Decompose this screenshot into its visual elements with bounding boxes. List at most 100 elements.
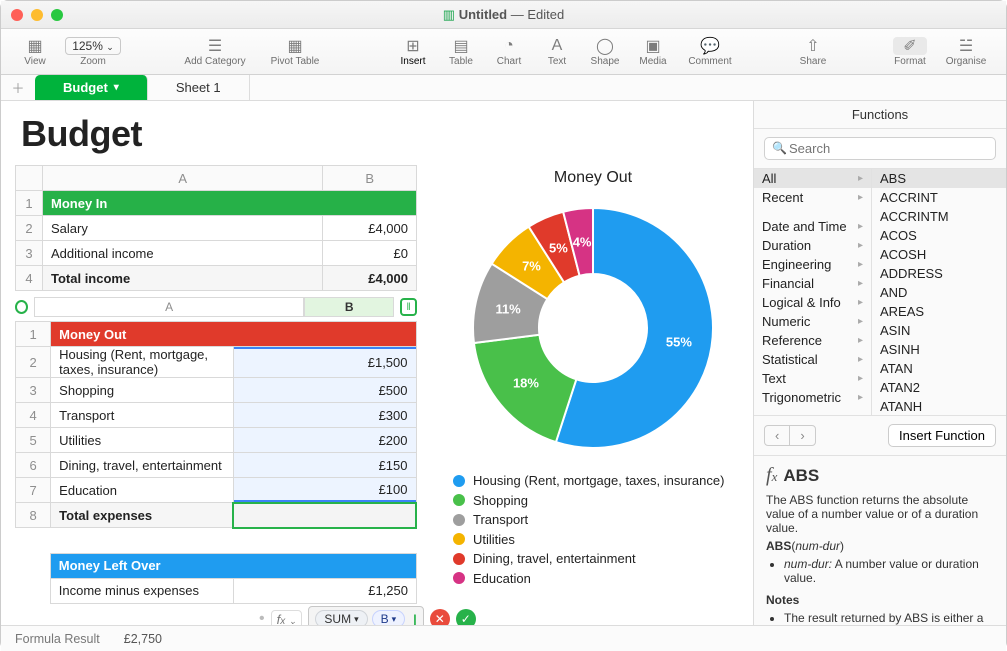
table-money-in[interactable]: A B 1Money In 2Salary£4,000 3Additional … — [15, 165, 417, 291]
table-money-out[interactable]: 1Money Out 2Housing (Rent, mortgage, tax… — [15, 321, 417, 529]
view-button[interactable]: ▦ View — [13, 37, 57, 67]
formula-cell-editing[interactable] — [233, 503, 416, 528]
pivot-table-button[interactable]: ▦ Pivot Table — [257, 37, 333, 67]
minimise-window-icon[interactable] — [31, 9, 43, 21]
section-header-money-in[interactable]: Money In — [43, 191, 417, 216]
category-trigonometric[interactable]: Trigonometric▸ — [754, 388, 871, 407]
function-asin[interactable]: ASIN — [872, 321, 1006, 340]
cell-value[interactable]: £200 — [233, 428, 416, 453]
function-abs[interactable]: ABS — [872, 169, 1006, 188]
col-header-A[interactable]: A — [43, 166, 323, 191]
close-window-icon[interactable] — [11, 9, 23, 21]
help-forward-button[interactable]: › — [789, 426, 814, 445]
cell-value[interactable]: £100 — [233, 478, 416, 503]
formula-function-pill[interactable]: SUM▾ — [315, 610, 367, 625]
function-atan[interactable]: ATAN — [872, 359, 1006, 378]
cell-label[interactable]: Income minus expenses — [50, 578, 233, 603]
function-asinh[interactable]: ASINH — [872, 340, 1006, 359]
formula-box[interactable]: SUM▾ B ▾ | — [308, 606, 423, 625]
insert-function-button[interactable]: Insert Function — [888, 424, 996, 447]
formula-cancel-button[interactable]: ✕ — [430, 609, 450, 625]
category-financial[interactable]: Financial▸ — [754, 274, 871, 293]
cell-label[interactable]: Additional income — [43, 241, 323, 266]
category-duration[interactable]: Duration▸ — [754, 236, 871, 255]
cell-value[interactable]: £500 — [233, 378, 416, 403]
cell-label[interactable]: Dining, travel, entertainment — [51, 453, 234, 478]
share-button[interactable]: ⇧ Share — [788, 37, 838, 67]
fullscreen-window-icon[interactable] — [51, 9, 63, 21]
formula-editor[interactable]: • fx ⌄ SUM▾ B ▾ | ✕ ✓ — [259, 606, 476, 625]
cell-value[interactable]: £150 — [233, 453, 416, 478]
cell-label[interactable]: Salary — [43, 216, 323, 241]
help-back-button[interactable]: ‹ — [765, 426, 789, 445]
help-note: The result returned by ABS is either a p… — [784, 611, 994, 625]
function-accrintm[interactable]: ACCRINTM — [872, 207, 1006, 226]
shape-button[interactable]: ◯ Shape — [581, 37, 629, 67]
category-engineering[interactable]: Engineering▸ — [754, 255, 871, 274]
category-statistical[interactable]: Statistical▸ — [754, 350, 871, 369]
cell-label[interactable]: Shopping — [51, 378, 234, 403]
cell-value[interactable]: £1,500 — [233, 347, 416, 378]
insert-button[interactable]: ⊞ Insert — [389, 37, 437, 67]
category-all[interactable]: All▸ — [754, 169, 871, 188]
cell-value[interactable]: £4,000 — [323, 216, 417, 241]
cell-value[interactable]: £0 — [323, 241, 417, 266]
function-areas[interactable]: AREAS — [872, 302, 1006, 321]
formula-accept-button[interactable]: ✓ — [456, 609, 476, 625]
sheet-tab-sheet1[interactable]: Sheet 1 — [148, 75, 250, 100]
cell-value[interactable]: £1,250 — [233, 578, 416, 603]
cell-label[interactable]: Transport — [51, 403, 234, 428]
section-header-money-out[interactable]: Money Out — [51, 322, 416, 347]
category-reference[interactable]: Reference▸ — [754, 331, 871, 350]
media-icon: ▣ — [645, 37, 660, 55]
table-money-left-over[interactable]: Money Left Over Income minus expenses£1,… — [15, 553, 417, 604]
fx-icon[interactable]: fx ⌄ — [271, 610, 303, 626]
add-sheet-button[interactable]: ＋ — [1, 75, 35, 100]
canvas[interactable]: Budget A B 1Money In 2Salary£4,000 3Addi… — [1, 101, 754, 625]
organise-button[interactable]: ☱ Organise — [938, 37, 994, 67]
formula-arg-pill[interactable]: B ▾ — [372, 610, 406, 625]
function-accrint[interactable]: ACCRINT — [872, 188, 1006, 207]
cell-value[interactable]: £300 — [233, 403, 416, 428]
window-title: ▥ Untitled — Edited — [1, 7, 1006, 23]
cell-label[interactable]: Education — [51, 478, 234, 503]
chart-money-out[interactable]: Money Out 55%18%11%7%5%4% Housing (Rent,… — [447, 165, 739, 604]
total-value[interactable]: £4,000 — [323, 266, 417, 291]
text-button[interactable]: A Text — [533, 37, 581, 67]
category-date-and-time[interactable]: Date and Time▸ — [754, 217, 871, 236]
section-header-left-over[interactable]: Money Left Over — [50, 553, 416, 578]
function-search-input[interactable] — [764, 137, 996, 160]
total-label[interactable]: Total income — [43, 266, 323, 291]
col-header-B-selected[interactable]: B — [304, 297, 394, 317]
zoom-value[interactable]: 125% ⌄ — [65, 37, 121, 55]
table-corner-handle[interactable] — [15, 300, 28, 314]
zoom-control[interactable]: 125% ⌄ Zoom — [57, 37, 129, 67]
comment-button[interactable]: 💬 Comment — [677, 37, 743, 67]
media-button[interactable]: ▣ Media — [629, 37, 677, 67]
function-atanh[interactable]: ATANH — [872, 397, 1006, 415]
column-add-handle[interactable]: ‖ — [400, 298, 417, 316]
format-label: Format — [894, 56, 926, 67]
add-category-button[interactable]: ☰ Add Category — [173, 37, 257, 67]
chart-button[interactable]: ◔ Chart — [485, 37, 533, 67]
table-button[interactable]: ▤ Table — [437, 37, 485, 67]
function-and[interactable]: AND — [872, 283, 1006, 302]
function-atan2[interactable]: ATAN2 — [872, 378, 1006, 397]
function-address[interactable]: ADDRESS — [872, 264, 1006, 283]
col-header-A[interactable]: A — [34, 297, 304, 317]
format-button[interactable]: ✐ Format — [882, 37, 938, 67]
category-text[interactable]: Text▸ — [754, 369, 871, 388]
help-nav-buttons[interactable]: ‹ › — [764, 425, 816, 446]
category-recent[interactable]: Recent▸ — [754, 188, 871, 207]
function-acosh[interactable]: ACOSH — [872, 245, 1006, 264]
category-numeric[interactable]: Numeric▸ — [754, 312, 871, 331]
cell-label[interactable]: Housing (Rent, mortgage, taxes, insuranc… — [51, 347, 234, 378]
function-category-list[interactable]: All▸Recent▸ Date and Time▸Duration▸Engine… — [754, 169, 872, 415]
function-name-list[interactable]: ABSACCRINTACCRINTMACOSACOSHADDRESSANDARE… — [872, 169, 1006, 415]
category-logical-info[interactable]: Logical & Info▸ — [754, 293, 871, 312]
total-label[interactable]: Total expenses — [51, 503, 234, 528]
function-acos[interactable]: ACOS — [872, 226, 1006, 245]
cell-label[interactable]: Utilities — [51, 428, 234, 453]
col-header-B[interactable]: B — [323, 166, 417, 191]
sheet-tab-budget[interactable]: Budget — [35, 75, 148, 100]
